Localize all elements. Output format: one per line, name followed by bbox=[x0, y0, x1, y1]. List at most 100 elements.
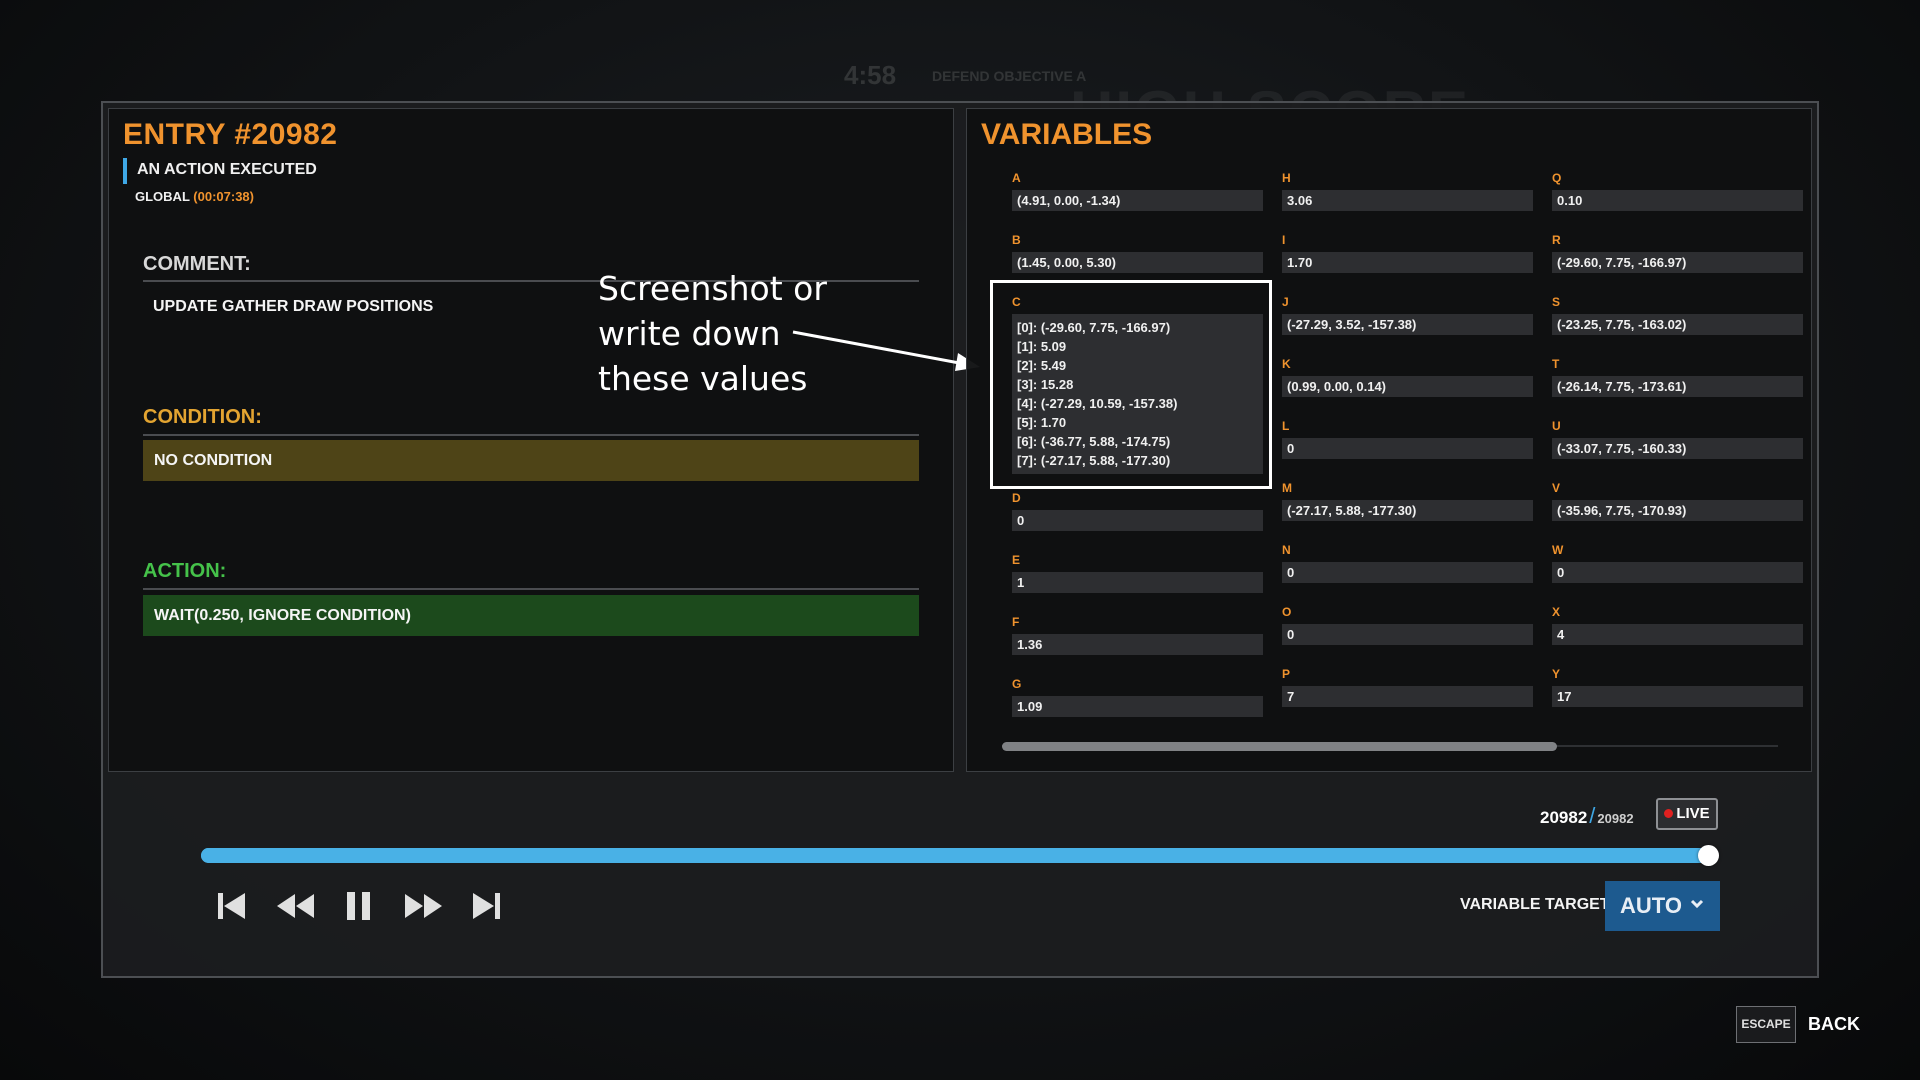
variable-u: U (-33.07, 7.75, -160.33) bbox=[1552, 418, 1803, 459]
global-timestamp: GLOBAL (00:07:38) bbox=[135, 189, 254, 204]
variable-g: G 1.09 bbox=[1012, 676, 1263, 717]
variable-target-value: AUTO bbox=[1620, 893, 1682, 918]
variable-o: O 0 bbox=[1282, 604, 1533, 645]
variable-value: 1.09 bbox=[1012, 696, 1263, 717]
fast-forward-icon bbox=[405, 894, 442, 918]
variable-f: F 1.36 bbox=[1012, 614, 1263, 655]
entry-event: AN ACTION EXECUTED bbox=[123, 158, 317, 184]
variable-n: N 0 bbox=[1282, 542, 1533, 583]
condition-label: CONDITION: bbox=[143, 406, 262, 428]
skip-to-end-icon bbox=[473, 893, 500, 919]
variable-d: D 0 bbox=[1012, 490, 1263, 531]
variable-k: K (0.99, 0.00, 0.14) bbox=[1282, 356, 1533, 397]
variable-name: A bbox=[1012, 171, 1021, 185]
variable-value: 1.70 bbox=[1282, 252, 1533, 273]
variable-y: Y 17 bbox=[1552, 666, 1803, 707]
variable-t: T (-26.14, 7.75, -173.61) bbox=[1552, 356, 1803, 397]
variable-value: 3.06 bbox=[1282, 190, 1533, 211]
variable-b: B (1.45, 0.00, 5.30) bbox=[1012, 232, 1263, 273]
pause-icon bbox=[347, 892, 370, 920]
variable-m: M (-27.17, 5.88, -177.30) bbox=[1282, 480, 1533, 521]
entry-counter: 20982/20982 bbox=[1540, 803, 1634, 829]
variables-title: VARIABLES bbox=[981, 118, 1153, 151]
variable-value: 1.36 bbox=[1012, 634, 1263, 655]
variable-value: 4 bbox=[1552, 624, 1803, 645]
entry-title: ENTRY #20982 bbox=[123, 118, 338, 151]
variable-l: L 0 bbox=[1282, 418, 1533, 459]
annotation-highlight-box bbox=[990, 280, 1272, 489]
variable-name: R bbox=[1552, 233, 1561, 247]
variable-target-label: VARIABLE TARGET bbox=[1460, 896, 1610, 913]
variable-name: H bbox=[1282, 171, 1291, 185]
annotation-line-1: Screenshot or bbox=[598, 269, 827, 308]
variable-value: 17 bbox=[1552, 686, 1803, 707]
action-divider bbox=[143, 588, 919, 590]
variable-target-dropdown[interactable]: AUTO bbox=[1605, 881, 1720, 931]
skip-to-start-icon bbox=[218, 893, 245, 919]
variable-name: M bbox=[1282, 481, 1292, 495]
variables-scrollbar-thumb[interactable] bbox=[1002, 742, 1557, 751]
condition-box: NO CONDITION bbox=[143, 440, 919, 481]
variable-name: T bbox=[1552, 357, 1560, 371]
variable-value: (-33.07, 7.75, -160.33) bbox=[1552, 438, 1803, 459]
live-dot-icon bbox=[1664, 809, 1674, 818]
variable-value: 0 bbox=[1282, 562, 1533, 583]
background-timer: 4:58 bbox=[844, 60, 897, 90]
timeline-track[interactable] bbox=[201, 848, 1709, 863]
variable-name: B bbox=[1012, 233, 1021, 247]
variable-value: (-23.25, 7.75, -163.02) bbox=[1552, 314, 1803, 335]
variable-name: X bbox=[1552, 605, 1561, 619]
variable-value: 0.10 bbox=[1552, 190, 1803, 211]
live-label: LIVE bbox=[1676, 805, 1710, 822]
variable-value: 7 bbox=[1282, 686, 1533, 707]
variable-value: 0 bbox=[1282, 438, 1533, 459]
variable-v: V (-35.96, 7.75, -170.93) bbox=[1552, 480, 1803, 521]
variable-p: P 7 bbox=[1282, 666, 1533, 707]
variable-name: L bbox=[1282, 419, 1290, 433]
variable-value: 0 bbox=[1012, 510, 1263, 531]
variable-name: G bbox=[1012, 677, 1022, 691]
variable-s: S (-23.25, 7.75, -163.02) bbox=[1552, 294, 1803, 335]
variable-name: E bbox=[1012, 553, 1021, 567]
timeline-scrubber[interactable] bbox=[1698, 845, 1719, 866]
variable-i: I 1.70 bbox=[1282, 232, 1533, 273]
variable-value: 0 bbox=[1552, 562, 1803, 583]
global-time: (00:07:38) bbox=[193, 189, 254, 204]
variable-name: W bbox=[1552, 543, 1564, 557]
live-button[interactable]: LIVE bbox=[1656, 798, 1718, 830]
variable-r: R (-29.60, 7.75, -166.97) bbox=[1552, 232, 1803, 273]
variable-name: J bbox=[1282, 295, 1289, 309]
variable-value: (1.45, 0.00, 5.30) bbox=[1012, 252, 1263, 273]
global-label: GLOBAL bbox=[135, 189, 190, 204]
variable-value: (-27.29, 3.52, -157.38) bbox=[1282, 314, 1533, 335]
comment-text: UPDATE GATHER DRAW POSITIONS bbox=[153, 298, 434, 315]
annotation-arrow bbox=[792, 330, 980, 371]
current-entry: 20982 bbox=[1540, 808, 1588, 827]
variable-name: Y bbox=[1552, 667, 1561, 681]
variable-a: A (4.91, 0.00, -1.34) bbox=[1012, 170, 1263, 211]
background-objective: DEFEND OBJECTIVE A bbox=[932, 68, 1087, 84]
rewind-button[interactable] bbox=[274, 884, 318, 928]
variable-value: (-26.14, 7.75, -173.61) bbox=[1552, 376, 1803, 397]
action-box: WAIT(0.250, IGNORE CONDITION) bbox=[143, 595, 919, 636]
variable-value: (0.99, 0.00, 0.14) bbox=[1282, 376, 1533, 397]
escape-key-hint[interactable]: ESCAPE bbox=[1736, 1006, 1796, 1043]
comment-label: COMMENT: bbox=[143, 253, 251, 275]
skip-to-start-button[interactable] bbox=[210, 884, 254, 928]
skip-to-end-button[interactable] bbox=[464, 884, 508, 928]
timeline-progress bbox=[201, 848, 1709, 863]
variable-h: H 3.06 bbox=[1282, 170, 1533, 211]
variable-value: (4.91, 0.00, -1.34) bbox=[1012, 190, 1263, 211]
variable-name: D bbox=[1012, 491, 1021, 505]
fast-forward-button[interactable] bbox=[401, 884, 445, 928]
variable-name: V bbox=[1552, 481, 1561, 495]
variable-name: S bbox=[1552, 295, 1561, 309]
variable-value: (-29.60, 7.75, -166.97) bbox=[1552, 252, 1803, 273]
variable-name: N bbox=[1282, 543, 1291, 557]
condition-divider bbox=[143, 434, 919, 436]
pause-button[interactable] bbox=[337, 884, 381, 928]
variable-j: J (-27.29, 3.52, -157.38) bbox=[1282, 294, 1533, 335]
back-label[interactable]: BACK bbox=[1808, 1014, 1860, 1035]
total-entries: 20982 bbox=[1597, 811, 1634, 826]
counter-separator: / bbox=[1589, 803, 1596, 828]
